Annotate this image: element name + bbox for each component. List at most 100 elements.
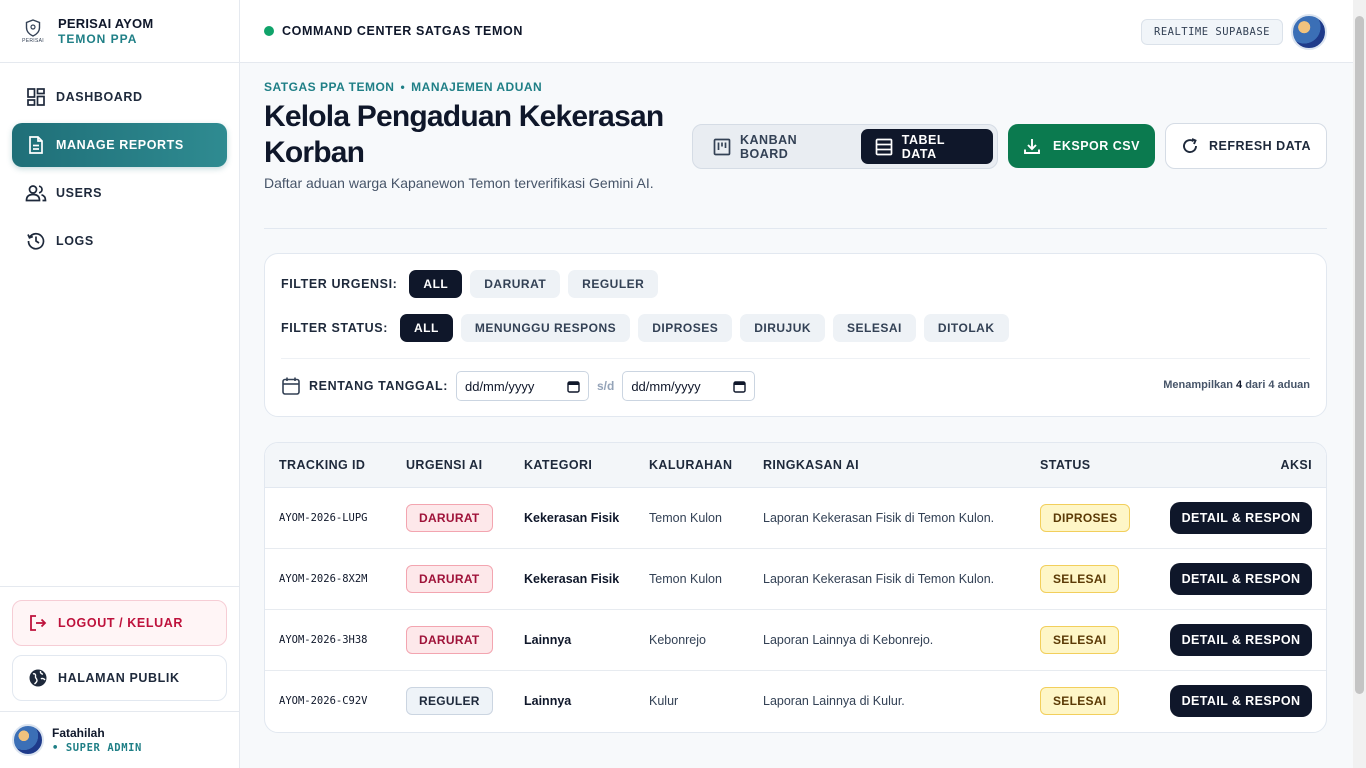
export-csv-button[interactable]: EKSPOR CSV — [1008, 124, 1155, 168]
column-header-urgency[interactable]: URGENSI AI — [406, 458, 482, 472]
top-avatar[interactable] — [1291, 14, 1327, 50]
users-icon — [25, 182, 47, 204]
urgency-filter-label: FILTER URGENSI: — [281, 277, 398, 291]
detail-respond-button[interactable]: DETAIL & RESPON — [1170, 563, 1312, 595]
column-header-status[interactable]: STATUS — [1040, 458, 1091, 472]
breadcrumb: SATGAS PPA TEMON • MANAJEMEN ADUAN — [264, 80, 542, 94]
sidebar-item-label: MANAGE REPORTS — [56, 138, 184, 152]
logout-icon — [27, 612, 49, 634]
table-icon — [875, 138, 893, 156]
public-page-label: HALAMAN PUBLIK — [58, 671, 180, 685]
sidebar-nav: DASHBOARD MANAGE REPORTS USERS LOGS — [0, 63, 239, 263]
kanban-view-button[interactable]: KANBAN BOARD — [697, 129, 861, 164]
status-filter-label: FILTER STATUS: — [281, 321, 388, 335]
village-cell: Kebonrejo — [649, 633, 706, 647]
table-row: AYOM-2026-8X2M DARURAT Kekerasan Fisik T… — [265, 549, 1326, 610]
table-row: AYOM-2026-LUPG DARURAT Kekerasan Fisik T… — [265, 488, 1326, 549]
table-header: TRACKING ID URGENSI AI KATEGORI KALURAHA… — [265, 443, 1326, 488]
status-filter-selesai[interactable]: SELESAI — [833, 314, 916, 342]
urgency-badge: DARURAT — [406, 565, 493, 593]
logo-caption: PERISAI — [22, 37, 44, 44]
urgency-filter-row: FILTER URGENSI: ALL DARURAT REGULER — [281, 270, 666, 298]
date-from-value: dd/mm/yyyy — [464, 378, 535, 394]
detail-respond-button[interactable]: DETAIL & RESPON — [1170, 502, 1312, 534]
detail-respond-button[interactable]: DETAIL & RESPON — [1170, 685, 1312, 717]
sidebar-item-manage-reports[interactable]: MANAGE REPORTS — [12, 123, 227, 167]
refresh-data-label: REFRESH DATA — [1208, 139, 1312, 153]
column-header-village[interactable]: KALURAHAN — [649, 458, 732, 472]
date-from-input[interactable]: dd/mm/yyyy — [455, 371, 589, 401]
user-name: Fatahilah — [52, 726, 105, 740]
urgency-filter-all[interactable]: ALL — [409, 270, 463, 298]
urgency-filter-reguler[interactable]: REGULER — [568, 270, 659, 298]
column-header-action: AKSI — [1280, 458, 1312, 472]
reports-table: TRACKING ID URGENSI AI KATEGORI KALURAHA… — [264, 442, 1327, 733]
date-range-separator: s/d — [596, 379, 615, 393]
table-row: AYOM-2026-3H38 DARURAT Lainnya Kebonrejo… — [265, 610, 1326, 671]
globe-icon — [27, 667, 49, 689]
breadcrumb-item[interactable]: SATGAS PPA TEMON — [264, 80, 394, 94]
status-badge: SELESAI — [1040, 626, 1120, 654]
tracking-id: AYOM-2026-LUPG — [279, 512, 368, 524]
date-to-value: dd/mm/yyyy — [631, 378, 701, 394]
category-cell: Lainnya — [524, 694, 572, 708]
kanban-view-label: KANBAN BOARD — [740, 132, 798, 161]
status-filter-row: FILTER STATUS: ALL MENUNGGU RESPONS DIPR… — [281, 314, 1017, 342]
refresh-data-button[interactable]: REFRESH DATA — [1165, 123, 1327, 169]
public-page-button[interactable]: HALAMAN PUBLIK — [12, 655, 227, 701]
export-csv-label: EKSPOR CSV — [1053, 139, 1140, 153]
table-view-button[interactable]: TABEL DATA — [860, 129, 993, 164]
breadcrumb-item[interactable]: MANAJEMEN ADUAN — [411, 80, 542, 94]
brand[interactable]: PERISAI PERISAI AYOM TEMON PPA — [0, 0, 239, 63]
detail-respond-button[interactable]: DETAIL & RESPON — [1170, 624, 1312, 656]
filter-panel: FILTER URGENSI: ALL DARURAT REGULER FILT… — [264, 253, 1327, 417]
urgency-filter-darurat[interactable]: DARURAT — [470, 270, 561, 298]
status-filter-ditolak[interactable]: DITOLAK — [923, 314, 1009, 342]
calendar-icon — [281, 376, 301, 396]
tracking-id: AYOM-2026-C92V — [279, 695, 368, 707]
calendar-picker-icon[interactable] — [733, 380, 747, 393]
tracking-id: AYOM-2026-8X2M — [279, 573, 368, 585]
dashboard-grid-icon — [25, 86, 47, 108]
date-to-input[interactable]: dd/mm/yyyy — [622, 371, 756, 401]
status-badge: DIPROSES — [1040, 504, 1131, 532]
urgency-badge: DARURAT — [406, 504, 493, 532]
user-role: • SUPER ADMIN — [52, 742, 142, 754]
scrollbar[interactable] — [1353, 0, 1366, 768]
table-row: AYOM-2026-C92V REGULER Lainnya Kulur Lap… — [265, 671, 1326, 732]
sidebar-item-logs[interactable]: LOGS — [12, 219, 227, 263]
date-range-row: RENTANG TANGGAL: dd/mm/yyyy s/d dd/mm/yy… — [281, 371, 756, 401]
summary-cell: Laporan Lainnya di Kulur. — [763, 694, 905, 708]
sidebar-item-label: USERS — [56, 186, 103, 200]
status-filter-menunggu[interactable]: MENUNGGU RESPONS — [460, 314, 631, 342]
avatar — [12, 724, 44, 756]
download-icon — [1023, 137, 1041, 155]
village-cell: Temon Kulon — [649, 511, 722, 525]
page-title: Kelola Pengaduan Kekerasan Korban — [264, 100, 664, 169]
user-profile[interactable]: Fatahilah • SUPER ADMIN — [0, 711, 239, 768]
logout-label: LOGOUT / KELUAR — [58, 616, 183, 630]
status-filter-dirujuk[interactable]: DIRUJUK — [740, 314, 826, 342]
sidebar-item-label: LOGS — [56, 234, 94, 248]
status-filter-all[interactable]: ALL — [400, 314, 453, 342]
sidebar-item-users[interactable]: USERS — [12, 171, 227, 215]
village-cell: Temon Kulon — [649, 572, 722, 586]
status-filter-diproses[interactable]: DIPROSES — [638, 314, 733, 342]
status-badge: SELESAI — [1040, 687, 1120, 715]
summary-cell: Laporan Kekerasan Fisik di Temon Kulon. — [763, 572, 995, 586]
scrollbar-thumb[interactable] — [1355, 16, 1364, 694]
column-header-tracking-id[interactable]: TRACKING ID — [279, 458, 365, 472]
realtime-badge: REALTIME SUPABASE — [1141, 19, 1283, 45]
category-cell: Kekerasan Fisik — [524, 572, 620, 586]
summary-cell: Laporan Lainnya di Kebonrejo. — [763, 633, 934, 647]
summary-cell: Laporan Kekerasan Fisik di Temon Kulon. — [763, 511, 995, 525]
calendar-picker-icon[interactable] — [567, 380, 580, 393]
column-header-category[interactable]: KATEGORI — [524, 458, 592, 472]
logout-button[interactable]: LOGOUT / KELUAR — [12, 600, 227, 646]
category-cell: Lainnya — [524, 633, 572, 647]
sidebar-item-dashboard[interactable]: DASHBOARD — [12, 75, 227, 119]
live-status-dot — [264, 26, 274, 36]
tracking-id: AYOM-2026-3H38 — [279, 634, 368, 646]
column-header-summary[interactable]: RINGKASAN AI — [763, 458, 859, 472]
kanban-icon — [713, 138, 731, 156]
